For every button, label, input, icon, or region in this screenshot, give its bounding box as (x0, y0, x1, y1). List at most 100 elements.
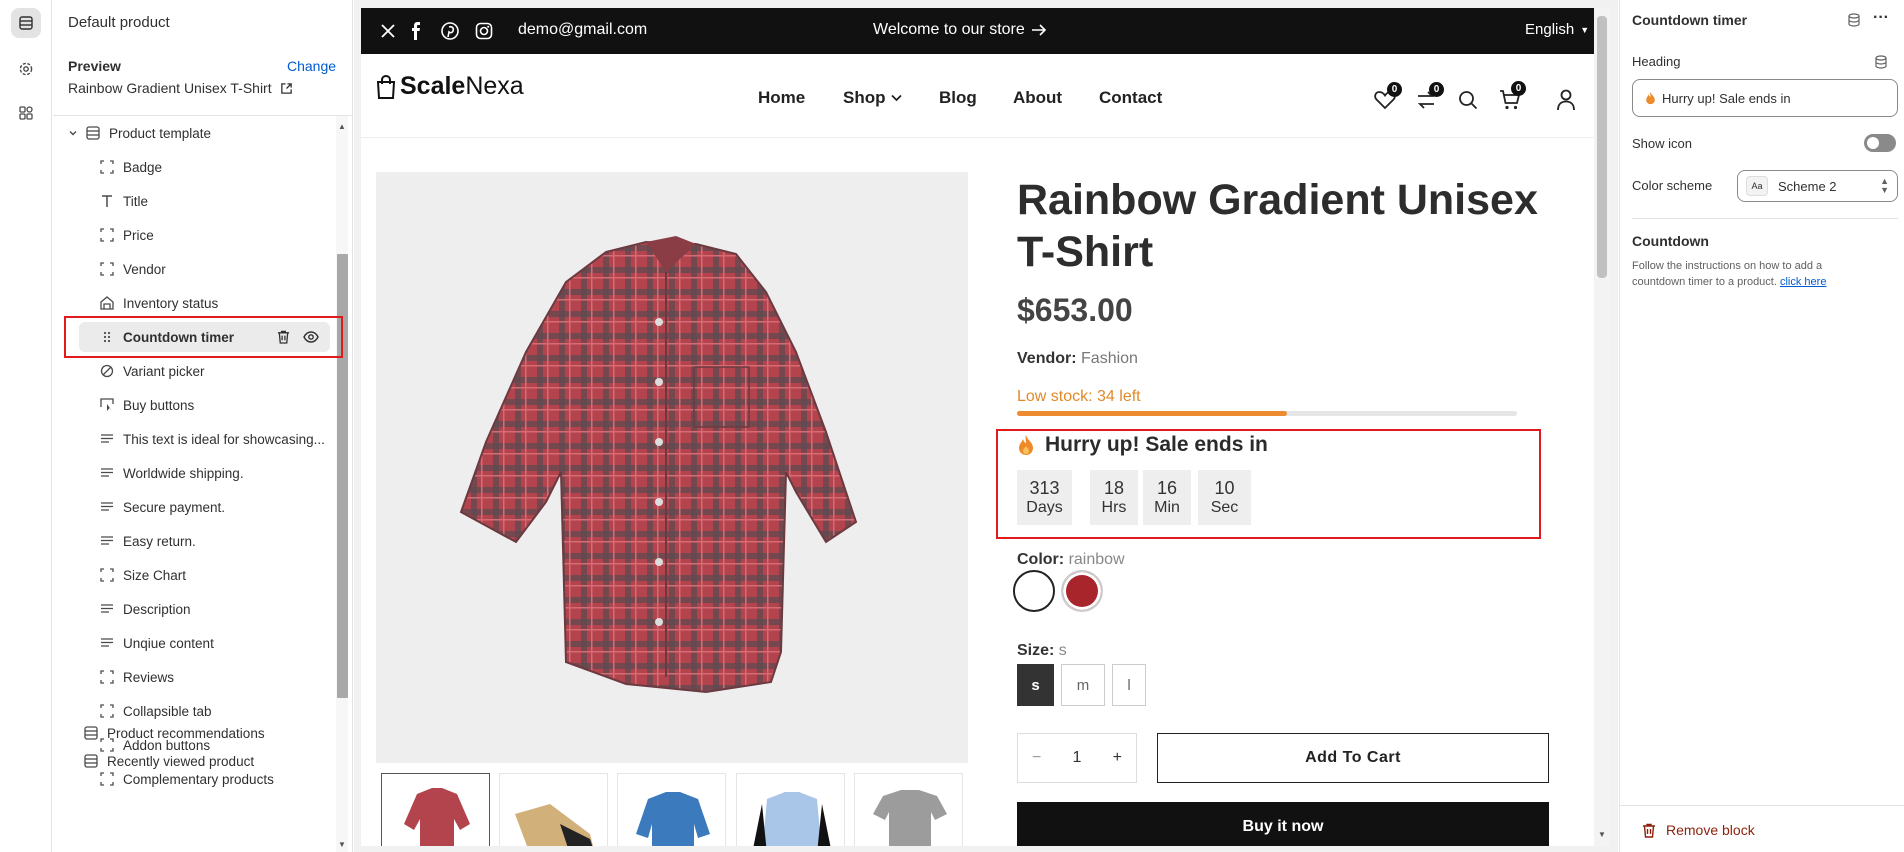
block-label: Price (123, 227, 154, 243)
block-item[interactable]: Price (99, 220, 329, 250)
select-chevrons-icon: ▲ ▼ (1880, 176, 1889, 195)
account-icon[interactable] (1557, 89, 1575, 111)
chevron-down-icon[interactable] (67, 125, 79, 141)
countdown-subheading: Countdown (1632, 233, 1709, 249)
variant-icon (99, 363, 115, 379)
wishlist-count-badge: 0 (1387, 82, 1402, 97)
click-here-link[interactable]: click here (1780, 276, 1826, 288)
x-twitter-icon[interactable] (380, 23, 396, 39)
template-icon (83, 725, 99, 741)
database-icon[interactable] (1847, 13, 1861, 27)
product-thumbnail-5[interactable] (854, 773, 963, 846)
block-item[interactable]: Description (99, 594, 329, 624)
size-option-s[interactable]: s (1017, 664, 1054, 706)
scroll-up-icon[interactable]: ▲ (338, 122, 346, 131)
product-thumbnail-2[interactable] (499, 773, 608, 846)
block-item[interactable]: Inventory status (99, 288, 329, 318)
block-item[interactable]: Title (99, 186, 329, 216)
block-item[interactable]: Buy buttons (99, 390, 329, 420)
show-icon-toggle[interactable] (1864, 134, 1896, 152)
preview-scroll-down-icon[interactable]: ▼ (1598, 830, 1606, 839)
quantity-increase-button[interactable]: + (1113, 749, 1122, 767)
block-item[interactable]: Worldwide shipping. (99, 458, 329, 488)
welcome-message[interactable]: Welcome to our store (873, 21, 1047, 39)
color-scheme-select[interactable]: Aa Scheme 2 ▲ ▼ (1737, 170, 1898, 202)
color-swatch-white[interactable] (1013, 570, 1055, 612)
sections-icon[interactable] (11, 8, 41, 38)
block-label: Vendor (123, 261, 166, 277)
panel-title: Default product (68, 14, 170, 31)
size-option-m[interactable]: m (1061, 664, 1105, 706)
caret-down-icon: ▼ (1580, 24, 1590, 35)
block-label: Description (123, 601, 191, 617)
trash-icon (1643, 823, 1655, 838)
block-item[interactable]: Size Chart (99, 560, 329, 590)
external-link-icon[interactable] (280, 82, 293, 95)
product-thumbnail-1[interactable] (381, 773, 490, 846)
search-icon[interactable] (1458, 90, 1478, 110)
section-recently-viewed[interactable]: Recently viewed product (83, 746, 254, 776)
change-preview-link[interactable]: Change (287, 58, 336, 74)
vendor-value[interactable]: Fashion (1081, 350, 1138, 367)
block-item[interactable]: Badge (99, 152, 329, 182)
block-item[interactable]: Variant picker (99, 356, 329, 386)
plaid-shirt-image (459, 236, 858, 694)
block-item[interactable]: Reviews (99, 662, 329, 692)
block-label: Size Chart (123, 567, 187, 583)
buy-now-button[interactable]: Buy it now (1017, 802, 1549, 846)
heading-input[interactable]: Hurry up! Sale ends in (1632, 79, 1898, 117)
store-logo[interactable]: Scale Nexa (376, 72, 524, 101)
block-item[interactable]: Unqiue content (99, 628, 329, 658)
preview-scrollbar[interactable] (1597, 16, 1607, 278)
quantity-stepper: − 1 + (1017, 733, 1137, 783)
block-label: Reviews (123, 669, 175, 685)
more-options-icon[interactable]: ··· (1873, 9, 1889, 27)
divider (53, 115, 353, 116)
product-main-image[interactable] (376, 172, 968, 763)
language-selector[interactable]: English ▼ (1525, 21, 1589, 38)
remove-block-label: Remove block (1666, 822, 1755, 838)
store-preview: demo@gmail.com Welcome to our store Engl… (361, 8, 1610, 846)
color-swatch-red[interactable] (1061, 570, 1103, 612)
show-icon-label: Show icon (1632, 136, 1692, 151)
remove-block-button[interactable]: Remove block (1642, 822, 1755, 838)
preview-label: Preview (68, 58, 121, 74)
paragraph-icon (99, 635, 115, 651)
dynamic-source-icon[interactable] (1874, 55, 1888, 69)
product-thumbnail-3[interactable] (617, 773, 726, 846)
size-option-l[interactable]: l (1112, 664, 1146, 706)
block-settings-panel: Countdown timer ··· Heading Hurry up! Sa… (1619, 0, 1904, 852)
apps-icon[interactable] (11, 98, 41, 128)
block-icon (99, 567, 115, 583)
block-item[interactable]: This text is ideal for showcasing... (99, 424, 329, 454)
pinterest-icon[interactable] (441, 22, 459, 40)
color-scheme-label: Color scheme (1632, 178, 1713, 193)
nav-blog[interactable]: Blog (939, 88, 977, 108)
paragraph-icon (99, 533, 115, 549)
section-label: Product template (109, 125, 212, 141)
nav-about[interactable]: About (1013, 88, 1062, 108)
block-item[interactable]: Vendor (99, 254, 329, 284)
quantity-value[interactable]: 1 (1073, 749, 1082, 767)
instagram-icon[interactable] (475, 22, 493, 40)
scroll-down-icon[interactable]: ▼ (338, 840, 346, 849)
section-product-recommendations[interactable]: Product recommendations (83, 718, 265, 748)
quantity-decrease-button[interactable]: − (1032, 749, 1041, 767)
settings-gear-icon[interactable] (11, 54, 41, 84)
section-label: Recently viewed product (107, 753, 255, 769)
nav-shop-label: Shop (843, 88, 886, 107)
nav-contact[interactable]: Contact (1099, 88, 1162, 108)
store-email[interactable]: demo@gmail.com (518, 21, 647, 39)
facebook-icon[interactable] (411, 22, 421, 40)
block-item[interactable]: Secure payment. (99, 492, 329, 522)
welcome-text: Welcome to our store (873, 21, 1025, 38)
section-product-template[interactable]: Product template (67, 118, 211, 148)
nav-shop[interactable]: Shop (843, 88, 902, 108)
product-thumbnail-4[interactable] (736, 773, 845, 846)
sections-panel: Default product Preview Change Rainbow G… (53, 0, 353, 852)
add-to-cart-button[interactable]: Add To Cart (1157, 733, 1549, 783)
block-item[interactable]: Easy return. (99, 526, 329, 556)
nav-home[interactable]: Home (758, 88, 805, 108)
block-label: Secure payment. (123, 499, 226, 515)
buy-icon (99, 397, 115, 413)
